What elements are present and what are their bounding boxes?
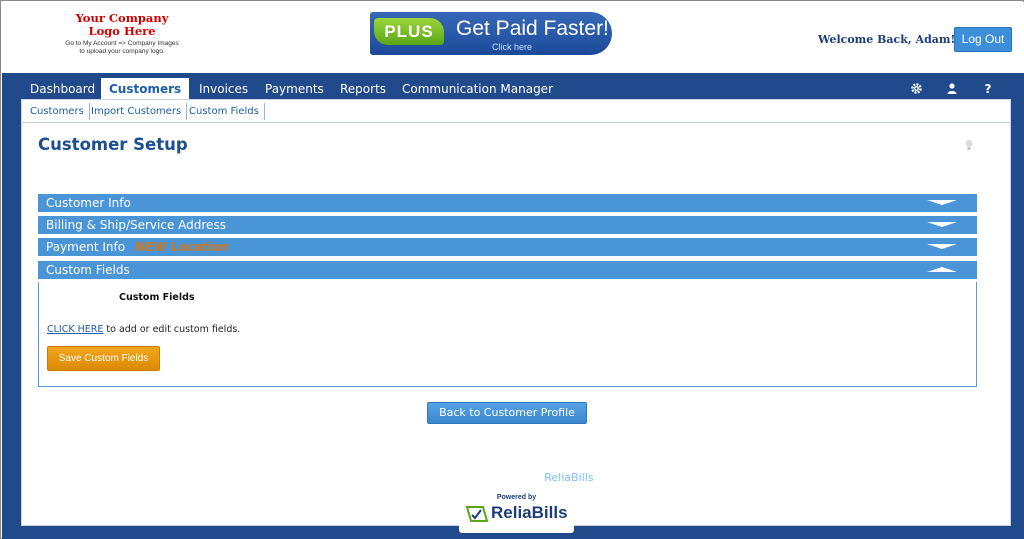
chevron-down-icon <box>927 200 957 205</box>
subnav-customers[interactable]: Customers <box>25 103 90 120</box>
custom-fields-heading: Custom Fields <box>119 292 195 303</box>
reliabills-logo-icon <box>465 506 489 522</box>
back-to-customer-profile-button[interactable]: Back to Customer Profile <box>427 402 587 424</box>
nav-invoices[interactable]: Invoices <box>199 78 248 101</box>
app-frame: Your Company Logo Here Go to My Account … <box>0 0 1024 539</box>
content-panel: Customers Import Customers Custom Fields… <box>21 99 1011 526</box>
subnav-import-customers[interactable]: Import Customers <box>86 103 188 120</box>
user-icon[interactable] <box>945 82 959 96</box>
nav-reports[interactable]: Reports <box>340 78 386 101</box>
accordion-customer-info[interactable]: Customer Info <box>38 194 977 212</box>
main-area: Dashboard Customers Invoices Payments Re… <box>2 73 1024 539</box>
company-logo[interactable]: Your Company Logo Here Go to My Account … <box>62 12 182 56</box>
promo-plus-badge: PLUS <box>374 18 444 45</box>
page-title: Customer Setup <box>38 135 188 154</box>
custom-fields-text: to add or edit custom fields. <box>103 324 241 335</box>
powered-by-badge[interactable]: Powered by ReliaBills <box>459 491 574 533</box>
lightbulb-icon[interactable] <box>964 139 976 153</box>
new-location-badge: NEW Location <box>134 240 229 254</box>
accordion-billing-address[interactable]: Billing & Ship/Service Address <box>38 216 977 234</box>
save-custom-fields-button[interactable]: Save Custom Fields <box>47 346 160 371</box>
gear-icon[interactable] <box>909 82 923 96</box>
chevron-down-icon <box>927 222 957 227</box>
copyright-prefix: © Copyright 2012 - 2020 <box>402 471 545 484</box>
chevron-up-icon <box>927 267 957 272</box>
custom-fields-instructions: CLICK HERE to add or edit custom fields. <box>47 324 240 335</box>
logo-title-line2: Logo Here <box>88 24 156 38</box>
copyright-brand-link[interactable]: ReliaBills <box>544 471 593 484</box>
click-here-link[interactable]: CLICK HERE <box>47 324 103 335</box>
nav-dashboard[interactable]: Dashboard <box>30 78 95 101</box>
main-nav: Dashboard Customers Invoices Payments Re… <box>2 78 1024 101</box>
accordion-label: Payment Info <box>46 240 126 254</box>
powered-brand-name: ReliaBills <box>491 503 568 522</box>
welcome-message: Welcome Back, Adam! <box>818 33 956 46</box>
promo-cta: Click here <box>492 42 533 52</box>
nav-communication-manager[interactable]: Communication Manager <box>402 78 553 101</box>
logout-button[interactable]: Log Out <box>954 27 1012 52</box>
subnav-custom-fields[interactable]: Custom Fields <box>184 103 265 120</box>
powered-by-text: Powered by <box>496 494 537 501</box>
nav-customers[interactable]: Customers <box>101 78 190 101</box>
chevron-down-icon <box>927 244 957 249</box>
accordion-label: Billing & Ship/Service Address <box>46 218 226 232</box>
logo-sub-line1: Go to My Account => Company Images <box>65 40 179 47</box>
promo-banner[interactable]: PLUS Get Paid Faster! Click here <box>370 12 612 55</box>
accordion-label: Custom Fields <box>46 263 130 277</box>
promo-title: Get Paid Faster! <box>456 17 609 40</box>
nav-payments[interactable]: Payments <box>265 78 324 101</box>
copyright: © Copyright 2012 - 2020 ReliaBills, LLC. <box>2 471 1024 484</box>
logo-sub-line2: to upload your company logo. <box>79 48 165 55</box>
accordion-payment-info[interactable]: Payment Info NEW Location <box>38 238 977 256</box>
copyright-suffix: , LLC. <box>593 471 624 484</box>
custom-fields-content: Custom Fields CLICK HERE to add or edit … <box>38 282 977 387</box>
header: Your Company Logo Here Go to My Account … <box>2 2 1024 73</box>
question-icon[interactable]: ? <box>981 82 995 96</box>
sub-nav: Customers Import Customers Custom Fields <box>22 100 1010 123</box>
accordion-label: Customer Info <box>46 196 131 210</box>
accordion-custom-fields[interactable]: Custom Fields <box>38 261 977 279</box>
